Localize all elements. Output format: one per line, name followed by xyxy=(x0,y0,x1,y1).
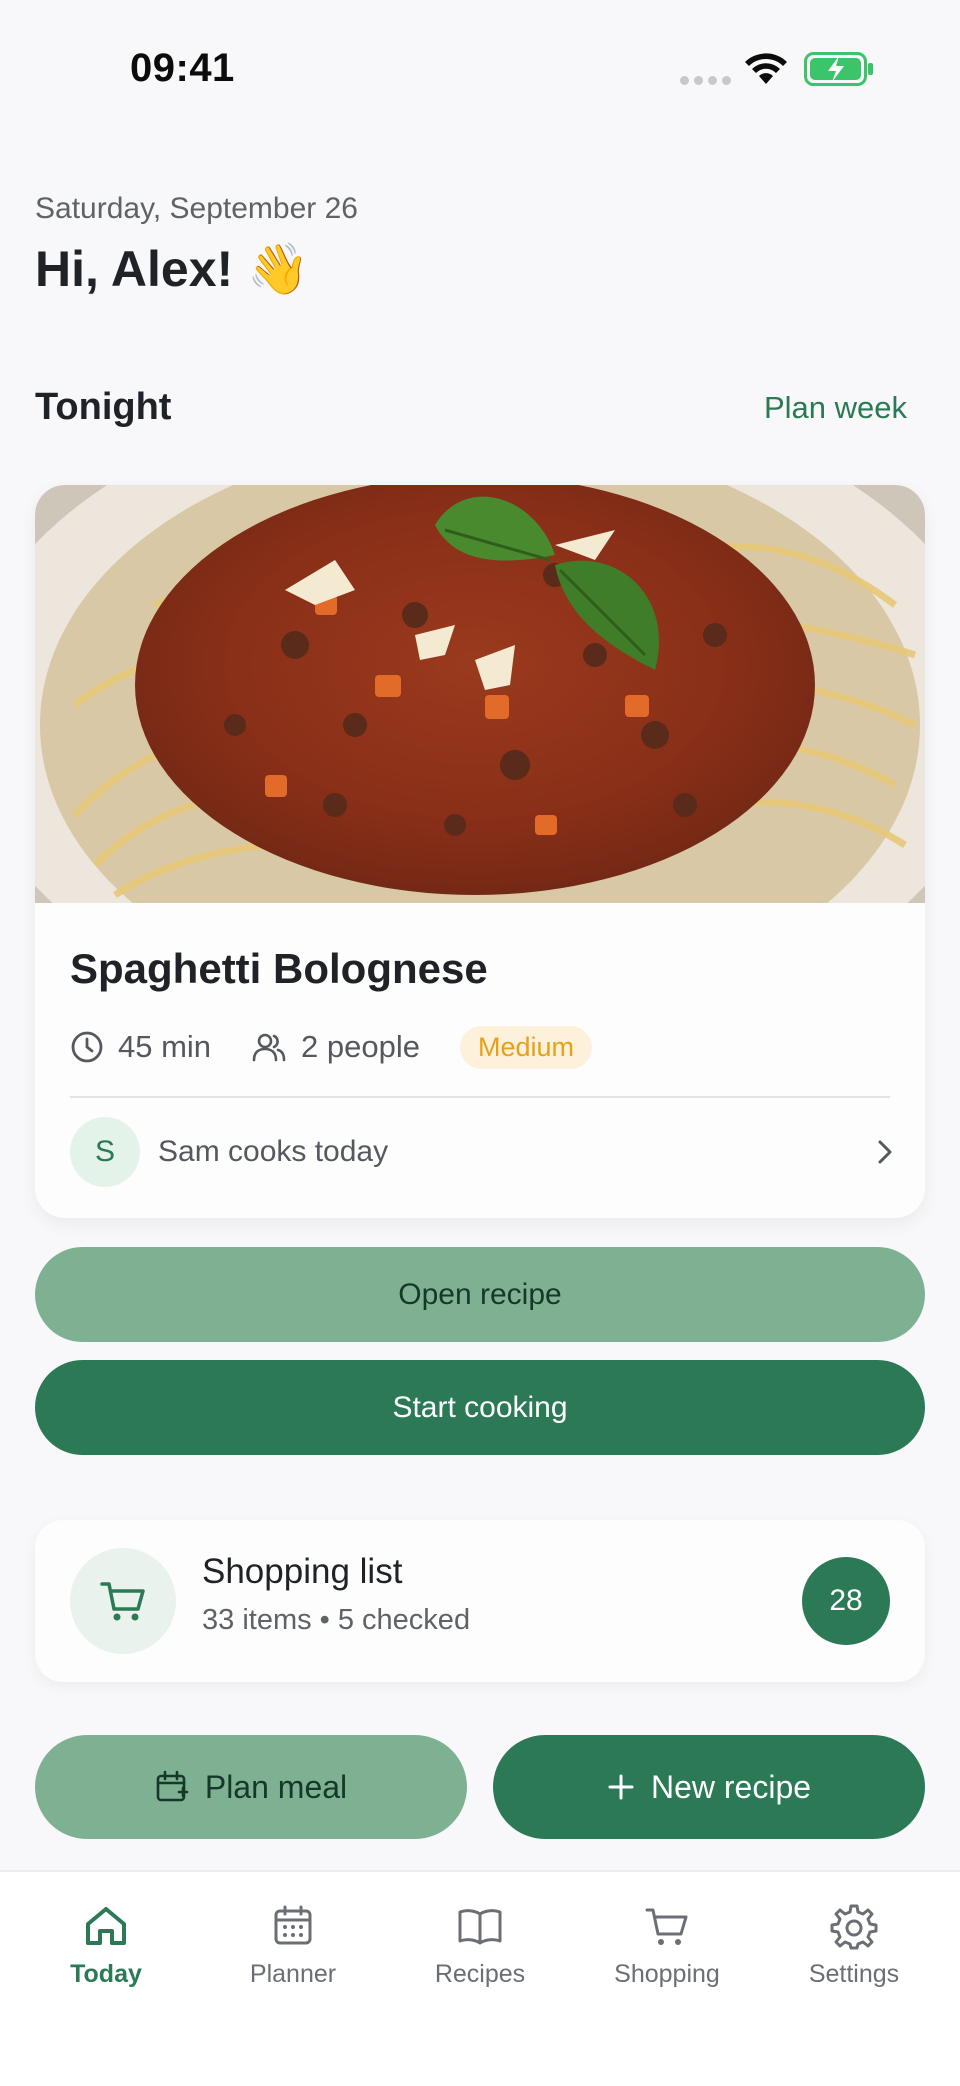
shopping-list-subtitle: 33 items • 5 checked xyxy=(202,1604,471,1636)
section-title-tonight: Tonight xyxy=(35,386,172,428)
cart-icon xyxy=(645,1908,688,1945)
tab-today[interactable]: Today xyxy=(26,1902,186,1989)
new-recipe-button[interactable]: New recipe xyxy=(493,1735,925,1839)
chevron-right-icon xyxy=(878,1140,892,1164)
difficulty-badge: Medium xyxy=(460,1025,593,1069)
wifi-icon xyxy=(745,53,787,84)
shopping-list-title: Shopping list xyxy=(202,1552,403,1591)
recipe-meta: 45 min 2 people Medium xyxy=(70,1025,593,1069)
cook-avatar: S xyxy=(70,1117,140,1187)
calendar-add-icon xyxy=(156,1770,189,1802)
new-recipe-label: New recipe xyxy=(650,1768,812,1805)
book-icon xyxy=(458,1909,502,1945)
greeting-title: Hi, Alex! 👋 xyxy=(35,241,310,297)
tab-shopping[interactable]: Shopping xyxy=(587,1902,747,1989)
shopping-icon-badge xyxy=(70,1548,176,1654)
plan-meal-button[interactable]: Plan meal xyxy=(35,1735,467,1839)
status-bar: 09:41 xyxy=(0,0,960,140)
plus-icon xyxy=(608,1774,634,1800)
tab-settings[interactable]: Settings xyxy=(774,1902,934,1989)
date-label: Saturday, September 26 xyxy=(35,192,358,225)
cook-time: 45 min xyxy=(70,1029,211,1065)
shopping-list-card[interactable]: Shopping list 33 items • 5 checked 28 xyxy=(35,1520,925,1682)
home-icon xyxy=(86,1907,126,1945)
screen: 09:41 Saturday, September 26 Hi, Alex! 👋… xyxy=(0,0,960,2086)
tab-bar: Today Planner Recipes Shopping Settings xyxy=(0,1870,960,2086)
open-recipe-button[interactable]: Open recipe xyxy=(35,1247,925,1342)
tab-planner[interactable]: Planner xyxy=(213,1902,373,1989)
tab-shopping-label: Shopping xyxy=(614,1960,720,1988)
tab-recipes[interactable]: Recipes xyxy=(400,1902,560,1989)
cook-time-label: 45 min xyxy=(118,1029,212,1064)
battery-charging-icon xyxy=(804,52,873,86)
tab-settings-label: Settings xyxy=(808,1960,900,1988)
people-icon xyxy=(252,1033,286,1062)
recipe-title: Spaghetti Bolognese xyxy=(70,945,488,992)
tonight-recipe-card[interactable]: Spaghetti Bolognese 45 min 2 people Medi… xyxy=(35,485,925,1218)
tab-today-label: Today xyxy=(70,1960,142,1988)
status-time: 09:41 xyxy=(130,46,235,90)
cook-assignment-label: Sam cooks today xyxy=(158,1135,389,1168)
shopping-count-badge: 28 xyxy=(802,1557,890,1645)
cook-assignment-row[interactable]: S Sam cooks today xyxy=(70,1115,900,1189)
cellular-signal-icon xyxy=(680,76,731,85)
servings-label: 2 people xyxy=(301,1029,420,1064)
servings: 2 people xyxy=(251,1029,420,1065)
plan-meal-label: Plan meal xyxy=(204,1768,348,1805)
cart-icon xyxy=(100,1582,145,1621)
card-divider xyxy=(70,1096,890,1098)
plan-week-link[interactable]: Plan week xyxy=(764,390,907,426)
gear-icon xyxy=(830,1904,878,1950)
clock-icon xyxy=(71,1031,103,1063)
calendar-icon xyxy=(274,1905,312,1945)
tab-planner-label: Planner xyxy=(249,1960,337,1988)
tab-recipes-label: Recipes xyxy=(434,1960,526,1988)
recipe-photo xyxy=(35,485,925,903)
start-cooking-button[interactable]: Start cooking xyxy=(35,1360,925,1455)
